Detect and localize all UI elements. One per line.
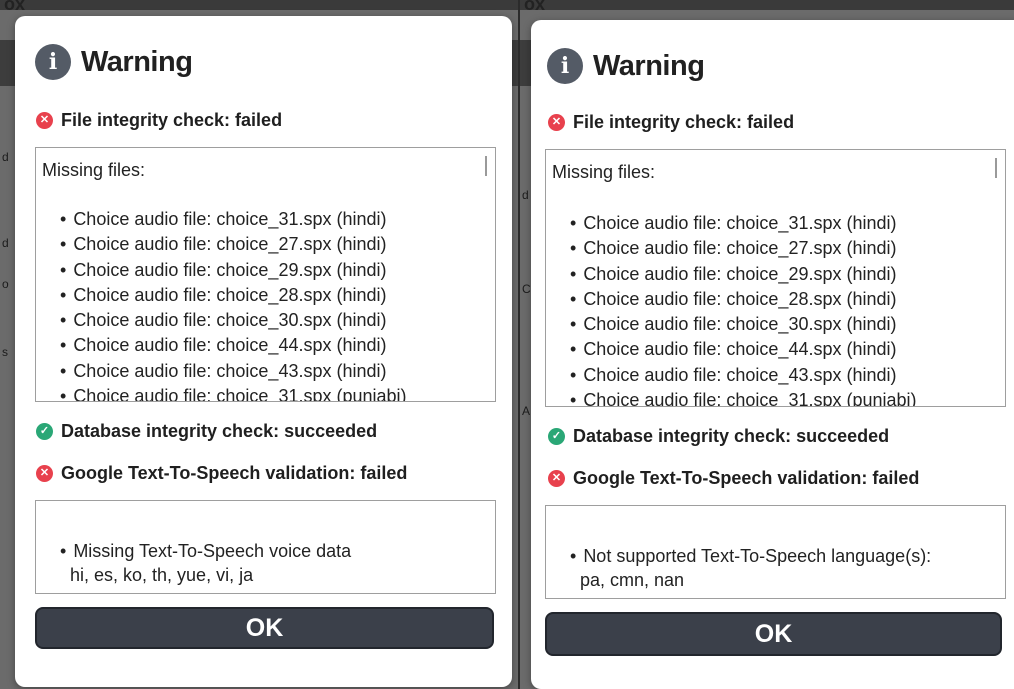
error-icon: ✕ xyxy=(548,469,565,487)
list-item: Choice audio file: choice_27.spx (hindi) xyxy=(60,232,407,257)
list-item: Choice audio file: choice_44.spx (hindi) xyxy=(60,333,407,358)
background-text-fragment: C xyxy=(522,282,531,296)
list-item: Choice audio file: choice_31.spx (punjab… xyxy=(570,388,916,406)
success-icon: ✓ xyxy=(36,422,53,440)
ok-button[interactable]: OK xyxy=(35,607,494,649)
list-item: Choice audio file: choice_43.spx (hindi) xyxy=(570,363,917,388)
tts-details-list: Missing Text-To-Speech voice data hi, es… xyxy=(60,539,351,587)
background-app-title: ox xyxy=(524,0,546,14)
tts-details-list: Not supported Text-To-Speech language(s)… xyxy=(570,544,931,592)
info-icon: i xyxy=(35,44,71,80)
list-item: Choice audio file: choice_31.spx (punjab… xyxy=(60,384,406,401)
background-app-title: ox xyxy=(4,0,26,14)
file-integrity-label: File integrity check: failed xyxy=(61,109,283,130)
tts-validation-label: Google Text-To-Speech validation: failed xyxy=(61,462,408,483)
dialog-title: Warning xyxy=(593,49,705,82)
warning-dialog: i Warning ✕ File integrity check: failed… xyxy=(531,20,1014,689)
background-text-fragment: s xyxy=(2,345,8,359)
scrollbar-thumb[interactable] xyxy=(485,156,487,176)
background-text-fragment: d xyxy=(2,150,9,164)
background-text-fragment: o xyxy=(2,277,9,291)
list-item: Choice audio file: choice_29.spx (hindi) xyxy=(570,262,917,287)
list-item: Choice audio file: choice_44.spx (hindi) xyxy=(570,337,917,362)
info-icon: i xyxy=(547,48,583,84)
warning-dialog: i Warning ✕ File integrity check: failed… xyxy=(15,16,512,687)
file-integrity-check: ✕ File integrity check: failed xyxy=(36,109,282,131)
tts-details-textbox[interactable]: Missing Text-To-Speech voice data hi, es… xyxy=(35,500,496,594)
background-text-fragment: d xyxy=(522,188,529,202)
missing-files-textbox[interactable]: Missing files: Choice audio file: choice… xyxy=(35,147,496,402)
success-icon: ✓ xyxy=(548,427,565,445)
dialog-title: Warning xyxy=(81,45,193,78)
list-item: Choice audio file: choice_43.spx (hindi) xyxy=(60,359,407,384)
database-integrity-label: Database integrity check: succeeded xyxy=(573,425,890,446)
missing-files-heading: Missing files: xyxy=(552,162,656,182)
list-item: Choice audio file: choice_29.spx (hindi) xyxy=(60,258,407,283)
missing-files-list: Choice audio file: choice_31.spx (hindi)… xyxy=(60,207,407,401)
background-text-fragment: A xyxy=(522,404,531,418)
background-app-bar xyxy=(520,0,1014,10)
database-integrity-check: ✓ Database integrity check: succeeded xyxy=(36,420,377,442)
left-screenshot-pane: ox d d o s i Warning ✕ File integrity ch… xyxy=(0,0,518,689)
ok-button[interactable]: OK xyxy=(545,612,1002,656)
list-item: Not supported Text-To-Speech language(s)… xyxy=(570,544,931,592)
file-integrity-check: ✕ File integrity check: failed xyxy=(548,111,794,133)
tts-message: Not supported Text-To-Speech language(s)… xyxy=(570,546,931,566)
background-text-fragment: d xyxy=(2,236,9,250)
error-icon: ✕ xyxy=(36,464,53,482)
missing-files-list: Choice audio file: choice_31.spx (hindi)… xyxy=(570,211,917,406)
list-item: Choice audio file: choice_30.spx (hindi) xyxy=(60,308,407,333)
list-item: Missing Text-To-Speech voice data hi, es… xyxy=(60,539,351,587)
tts-validation-check: ✕ Google Text-To-Speech validation: fail… xyxy=(36,462,407,484)
list-item: Choice audio file: choice_27.spx (hindi) xyxy=(570,236,917,261)
dialog-header: i Warning xyxy=(547,46,705,86)
list-item: Choice audio file: choice_28.spx (hindi) xyxy=(60,283,407,308)
list-item: Choice audio file: choice_31.spx (hindi) xyxy=(60,207,407,232)
dialog-header: i Warning xyxy=(35,42,193,82)
tts-message: Missing Text-To-Speech voice data xyxy=(60,541,351,561)
tts-details-textbox[interactable]: Not supported Text-To-Speech language(s)… xyxy=(545,505,1006,599)
list-item: Choice audio file: choice_31.spx (hindi) xyxy=(570,211,917,236)
list-item: Choice audio file: choice_30.spx (hindi) xyxy=(570,312,917,337)
background-app-bar xyxy=(0,0,518,10)
tts-validation-label: Google Text-To-Speech validation: failed xyxy=(573,467,920,488)
tts-languages: pa, cmn, nan xyxy=(580,570,685,590)
tts-validation-check: ✕ Google Text-To-Speech validation: fail… xyxy=(548,467,919,489)
list-item: Choice audio file: choice_28.spx (hindi) xyxy=(570,287,917,312)
file-integrity-label: File integrity check: failed xyxy=(573,111,795,132)
error-icon: ✕ xyxy=(36,111,53,129)
right-screenshot-pane: ox d C A i Warning ✕ File integrity chec… xyxy=(520,0,1014,689)
database-integrity-check: ✓ Database integrity check: succeeded xyxy=(548,425,889,447)
database-integrity-label: Database integrity check: succeeded xyxy=(61,420,378,441)
missing-files-textbox[interactable]: Missing files: Choice audio file: choice… xyxy=(545,149,1006,407)
missing-files-heading: Missing files: xyxy=(42,160,146,180)
tts-languages: hi, es, ko, th, yue, vi, ja xyxy=(70,565,254,585)
error-icon: ✕ xyxy=(548,113,565,131)
scrollbar-thumb[interactable] xyxy=(995,158,997,178)
